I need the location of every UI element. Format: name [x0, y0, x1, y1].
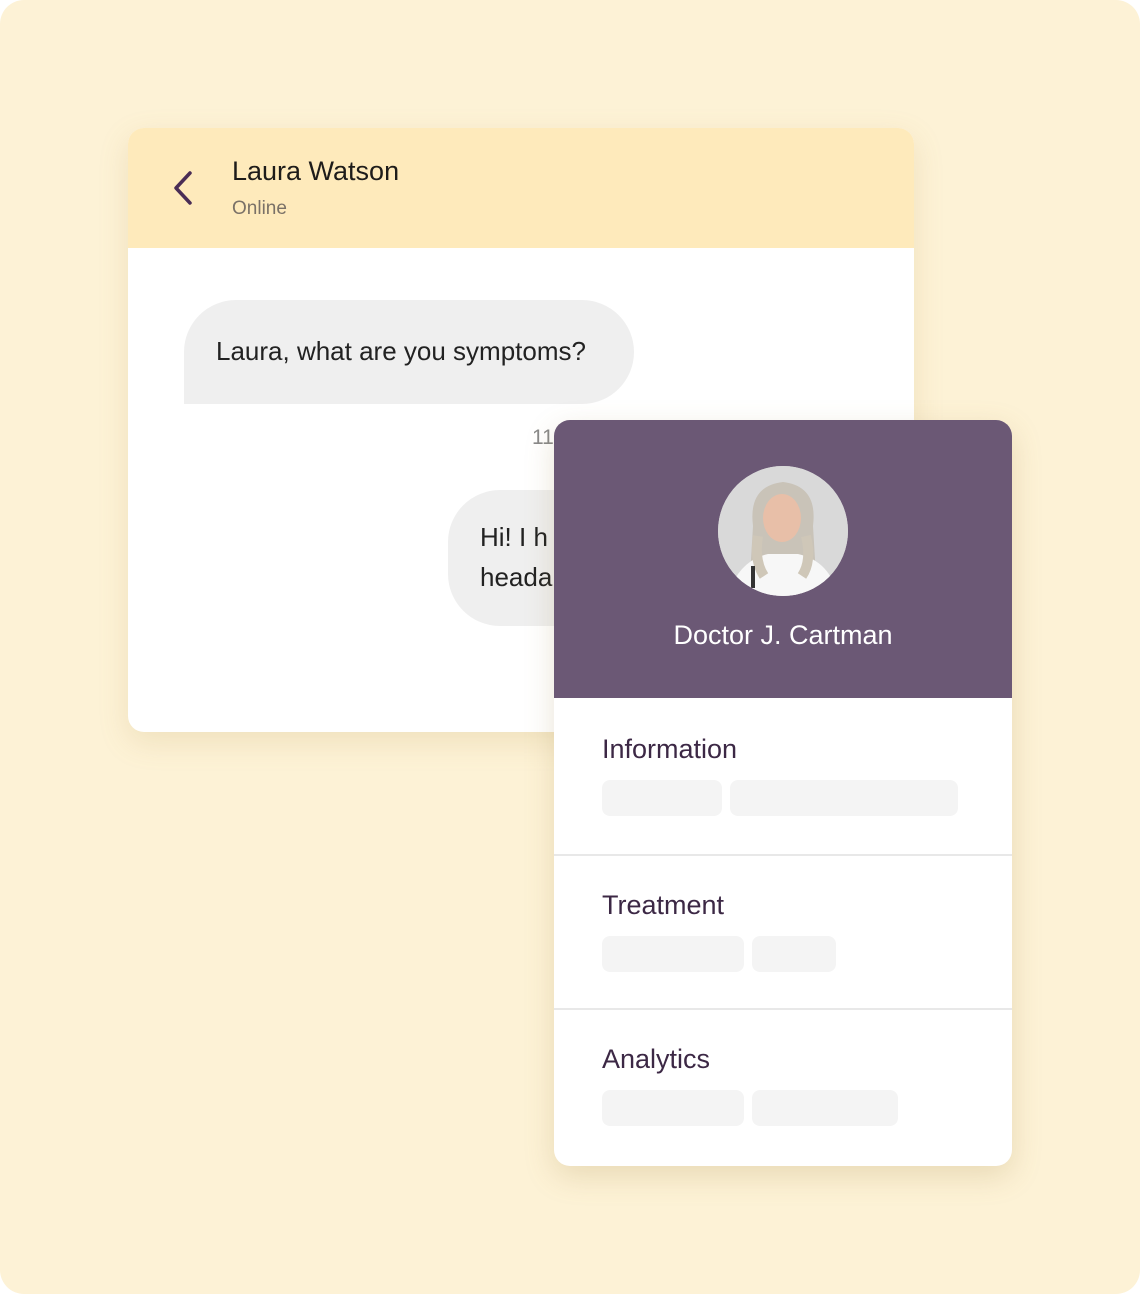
placeholder-bar — [602, 780, 722, 816]
contact-status: Online — [232, 198, 287, 219]
placeholder-bar — [730, 780, 958, 816]
section-title: Information — [602, 734, 738, 764]
doctor-name: Doctor J. Cartman — [673, 620, 893, 650]
section-title: Analytics — [602, 1044, 711, 1074]
message-text-line: Hi! I h — [480, 522, 548, 552]
section-treatment[interactable]: Treatment — [554, 854, 1012, 1008]
chevron-left-icon — [174, 171, 192, 205]
section-information[interactable]: Information — [554, 698, 1012, 852]
doctor-portrait-icon — [718, 466, 848, 596]
doctor-card-header: Doctor J. Cartman — [554, 420, 1012, 698]
section-analytics[interactable]: Analytics — [554, 1008, 1012, 1162]
doctor-profile-card: Doctor J. Cartman Information Treatment … — [554, 420, 1012, 1166]
message-text-line: heada — [480, 562, 553, 592]
section-title: Treatment — [602, 890, 725, 920]
message-timestamp: 11 — [532, 426, 554, 449]
placeholder-bar — [752, 936, 836, 972]
placeholder-bar — [602, 1090, 744, 1126]
message-text: Laura, what are you symptoms? — [216, 336, 586, 366]
doctor-avatar — [718, 466, 848, 596]
placeholder-bar — [602, 936, 744, 972]
back-button[interactable] — [168, 168, 198, 208]
placeholder-bar — [752, 1090, 898, 1126]
contact-name: Laura Watson — [232, 156, 400, 186]
chat-header: Laura Watson Online — [128, 128, 914, 248]
message-incoming: Laura, what are you symptoms? — [184, 300, 634, 404]
